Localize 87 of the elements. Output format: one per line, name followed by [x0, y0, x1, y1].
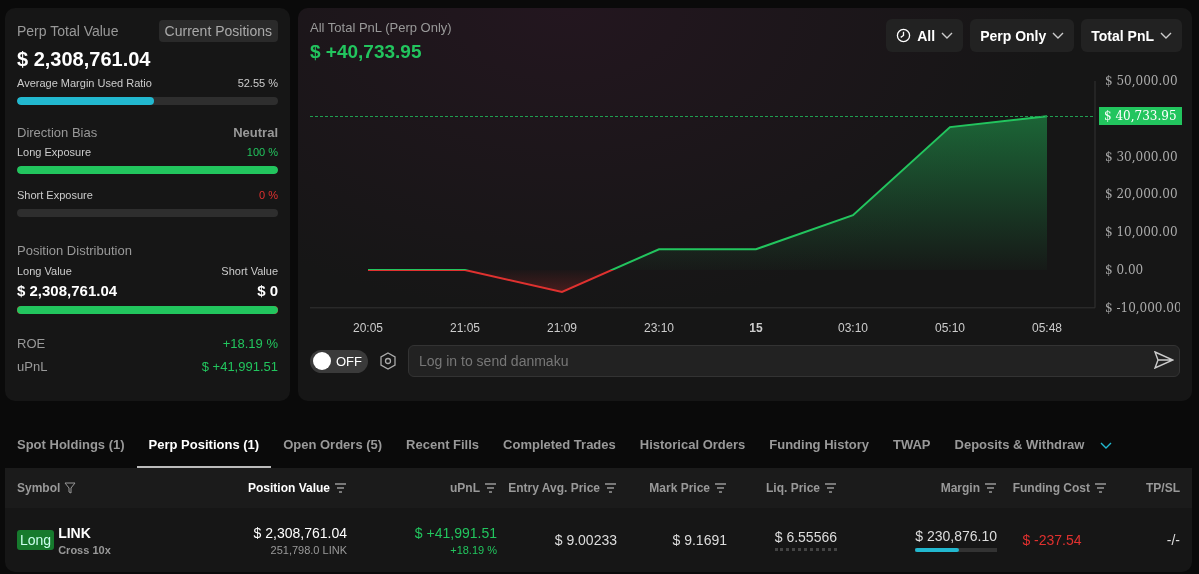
- metric-label: Long Value: [17, 265, 72, 277]
- expand-icon[interactable]: [1100, 441, 1113, 449]
- section-title: Position Distribution: [17, 243, 132, 258]
- x-tick-label: 05:48: [1032, 320, 1062, 335]
- column-header[interactable]: Position Value: [187, 481, 347, 495]
- x-tick-label: 03:10: [838, 320, 868, 335]
- column-header[interactable]: TP/SL: [1107, 481, 1180, 495]
- filter-dropdown[interactable]: Perp Only: [970, 19, 1075, 52]
- y-tick-label: $ -10,000.00: [1105, 300, 1180, 315]
- tab[interactable]: Deposits & Withdraw: [942, 422, 1097, 468]
- filter-dropdown[interactable]: Total PnL: [1081, 19, 1182, 52]
- y-tick-label: $ 50,000.00: [1105, 74, 1178, 88]
- price-tag: $ 40,733.95: [1099, 107, 1182, 126]
- margin-mode: Cross 10x: [58, 543, 111, 556]
- chart-title: All Total PnL (Perp Only): [310, 20, 453, 35]
- stat-value: $ +41,991.51: [201, 359, 278, 374]
- short-value: $ 0: [257, 282, 278, 299]
- panel-title: Perp Total Value: [17, 23, 119, 39]
- table-cell: $ 2,308,761.04: [253, 524, 347, 541]
- table-cell: $ +41,991.51: [414, 524, 497, 541]
- filter-icon[interactable]: [64, 482, 77, 494]
- y-tick-label: $ 20,000.00: [1105, 187, 1178, 202]
- sort-icon[interactable]: [984, 483, 997, 493]
- clock-icon: [896, 28, 912, 43]
- metric-label: Short Value: [221, 265, 278, 277]
- table-cell: $ 230,876.10: [915, 528, 997, 544]
- stat-value: +18.19 %: [222, 336, 278, 351]
- column-header[interactable]: Entry Avg. Price: [497, 481, 617, 495]
- sort-icon[interactable]: [1094, 483, 1107, 493]
- send-icon[interactable]: [1154, 351, 1174, 369]
- sort-icon[interactable]: [714, 483, 727, 493]
- x-tick-label: 15: [749, 320, 763, 335]
- pnl-value: $ +40,733.95: [310, 41, 423, 63]
- column-header[interactable]: Mark Price: [617, 481, 727, 495]
- sort-icon[interactable]: [484, 483, 497, 493]
- x-tick-label: 21:09: [547, 320, 577, 335]
- x-tick-label: 21:05: [450, 320, 480, 335]
- x-tick-label: 23:10: [644, 320, 674, 335]
- sort-icon[interactable]: [604, 483, 617, 493]
- symbol: LINK: [58, 524, 91, 541]
- metric-label: Average Margin Used Ratio: [17, 77, 152, 89]
- side-tag: Long: [17, 530, 55, 550]
- table-cell: $ 6.55566: [774, 529, 837, 551]
- tab[interactable]: Historical Orders: [627, 422, 758, 468]
- metric-value: 52.55 %: [237, 77, 278, 89]
- tab[interactable]: Funding History: [757, 422, 881, 468]
- column-header[interactable]: Funding Cost: [997, 481, 1107, 495]
- y-tick-label: $ 10,000.00: [1105, 225, 1178, 240]
- stat-label: ROE: [17, 336, 46, 351]
- settings-icon[interactable]: [380, 352, 396, 370]
- column-header[interactable]: Margin: [837, 481, 997, 495]
- current-positions-tag: Current Positions: [158, 20, 278, 42]
- metric-label: Short Exposure: [17, 189, 93, 201]
- filter-dropdown[interactable]: All: [886, 19, 964, 52]
- y-tick-label: $ 0.00: [1105, 263, 1144, 277]
- tab[interactable]: TWAP: [880, 422, 943, 468]
- chevron-down-icon: [941, 32, 954, 39]
- table-cell: +18.19 %: [450, 543, 497, 556]
- x-tick-label: 05:10: [935, 320, 965, 335]
- bias-value: Neutral: [233, 125, 278, 140]
- sort-icon[interactable]: [334, 483, 347, 493]
- column-header[interactable]: Liq. Price: [727, 481, 837, 495]
- stat-label: uPnL: [17, 359, 48, 374]
- metric-label: Long Exposure: [17, 146, 91, 158]
- table-cell: $ 9.1691: [672, 532, 727, 548]
- tab[interactable]: Spot Holdings (1): [5, 422, 137, 468]
- table-cell: $ -237.54: [1022, 532, 1082, 548]
- chevron-down-icon: [1160, 32, 1172, 39]
- long-value: $ 2,308,761.04: [17, 282, 118, 299]
- y-tick-label: $ 30,000.00: [1105, 149, 1178, 164]
- danmaku-input[interactable]: Log in to send danmaku: [408, 345, 1180, 377]
- sort-icon[interactable]: [824, 483, 837, 493]
- x-tick-label: 20:05: [353, 320, 383, 335]
- metric-value: 0 %: [259, 189, 278, 201]
- column-header[interactable]: uPnL: [347, 481, 497, 495]
- table-cell: 251,798.0 LINK: [270, 543, 347, 556]
- tab[interactable]: Recent Fills: [394, 422, 492, 468]
- total-value: $ 2,308,761.04: [17, 48, 151, 71]
- table-cell: $ 9.00233: [554, 532, 617, 548]
- table-cell: -/-: [1166, 532, 1180, 548]
- tab[interactable]: Completed Trades: [491, 422, 628, 468]
- danmaku-toggle[interactable]: OFF: [310, 349, 368, 373]
- chevron-down-icon: [1052, 32, 1065, 39]
- section-title: Direction Bias: [17, 125, 98, 140]
- metric-value: 100 %: [246, 146, 278, 158]
- column-header[interactable]: Symbol: [17, 481, 187, 495]
- tab[interactable]: Open Orders (5): [271, 422, 395, 468]
